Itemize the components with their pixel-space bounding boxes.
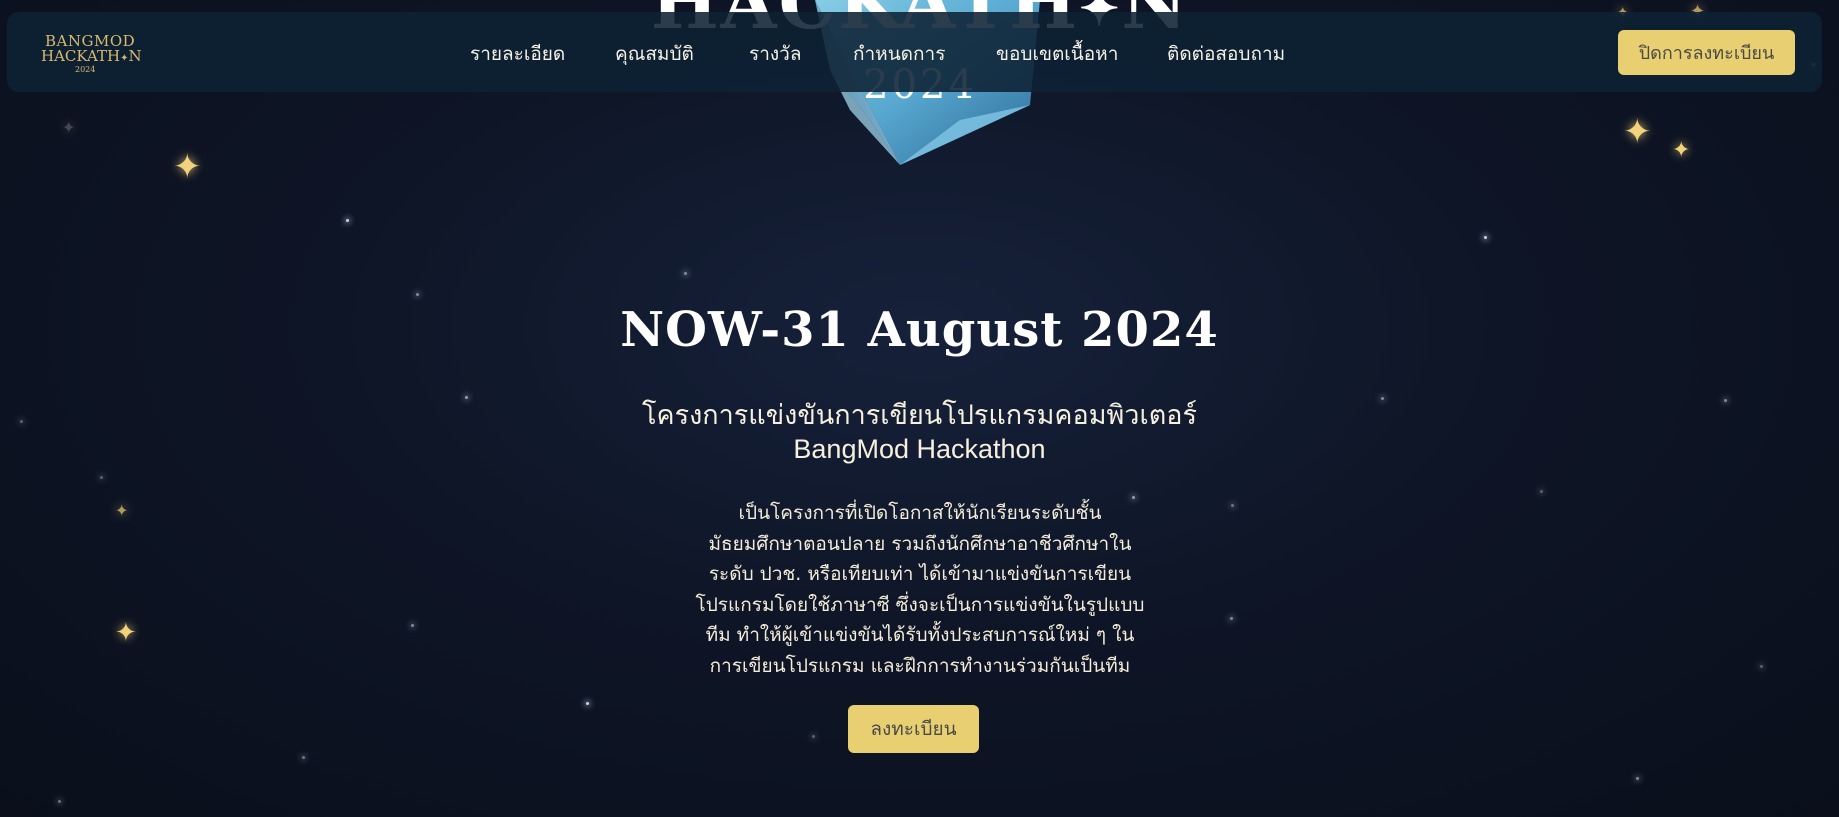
program-title-th: โครงการแข่งขันการเขียนโปรแกรมคอมพิวเตอร์ xyxy=(642,400,1197,431)
nav-links: รายละเอียด คุณสมบัติ รางวัล กำหนดการ ขอบ… xyxy=(7,12,1822,92)
star-dot xyxy=(684,272,687,275)
registration-closed-button[interactable]: ปิดการลงทะเบียน xyxy=(1618,30,1795,75)
sparkle-icon: ✦ xyxy=(62,118,76,137)
nav-link-prizes[interactable]: รางวัล xyxy=(749,39,801,69)
star-dot xyxy=(346,219,349,222)
nav-link-contact[interactable]: ติดต่อสอบถาม xyxy=(1167,39,1285,69)
star-dot xyxy=(1484,236,1487,239)
nav-link-qualifications[interactable]: คุณสมบัติ xyxy=(615,39,694,69)
sparkle-icon: ✦ xyxy=(115,618,137,648)
description-line: ระดับ ปวช. หรือเทียบเท่า ได้เข้ามาแข่งขั… xyxy=(708,563,1132,585)
program-description: เป็นโครงการที่เปิดโอกาสให้นักเรียนระดับช… xyxy=(640,498,1200,681)
navbar: BANGMOD HACKATH✦N 2024 รายละเอียด คุณสมบ… xyxy=(7,12,1822,92)
description-line: โปรแกรมโดยใช้ภาษาซี ซึ่งจะเป็นการแข่งขัน… xyxy=(695,593,1145,616)
star-dot xyxy=(302,756,305,759)
star-dot xyxy=(586,702,589,705)
register-button[interactable]: ลงทะเบียน xyxy=(848,705,979,753)
sparkle-icon: ✦ xyxy=(1672,138,1691,163)
description-line: มัธยมศึกษาตอนปลาย รวมถึงนักศึกษาอาชีวศึก… xyxy=(708,532,1132,555)
star-dot xyxy=(1230,617,1233,620)
star-dot xyxy=(812,735,815,738)
star-dot xyxy=(1540,490,1543,493)
star-dot xyxy=(411,624,414,627)
event-date-headline: NOW-31 August 2024 xyxy=(620,302,1219,358)
description-line: การเขียนโปรแกรม และฝึกการทำงานร่วมกันเป็… xyxy=(709,654,1131,677)
sparkle-icon: ✦ xyxy=(115,501,129,520)
star-dot xyxy=(1231,504,1234,507)
star-dot xyxy=(416,293,419,296)
star-dot xyxy=(1760,665,1763,668)
sparkle-icon: ✦ xyxy=(173,147,202,187)
sparkle-icon: ✦ xyxy=(1623,112,1652,152)
star-dot xyxy=(58,800,61,803)
description-line: ทีม ทำให้ผู้เข้าแข่งขันได้รับทั้งประสบกา… xyxy=(705,624,1135,646)
description-line: เป็นโครงการที่เปิดโอกาสให้นักเรียนระดับช… xyxy=(738,502,1102,524)
nav-link-scope[interactable]: ขอบเขตเนื้อหา xyxy=(996,39,1118,69)
program-title-en: BangMod Hackathon xyxy=(793,434,1046,464)
star-dot xyxy=(1636,777,1639,780)
star-dot xyxy=(100,476,103,479)
nav-link-schedule[interactable]: กำหนดการ xyxy=(853,39,945,69)
nav-link-details[interactable]: รายละเอียด xyxy=(470,39,565,69)
